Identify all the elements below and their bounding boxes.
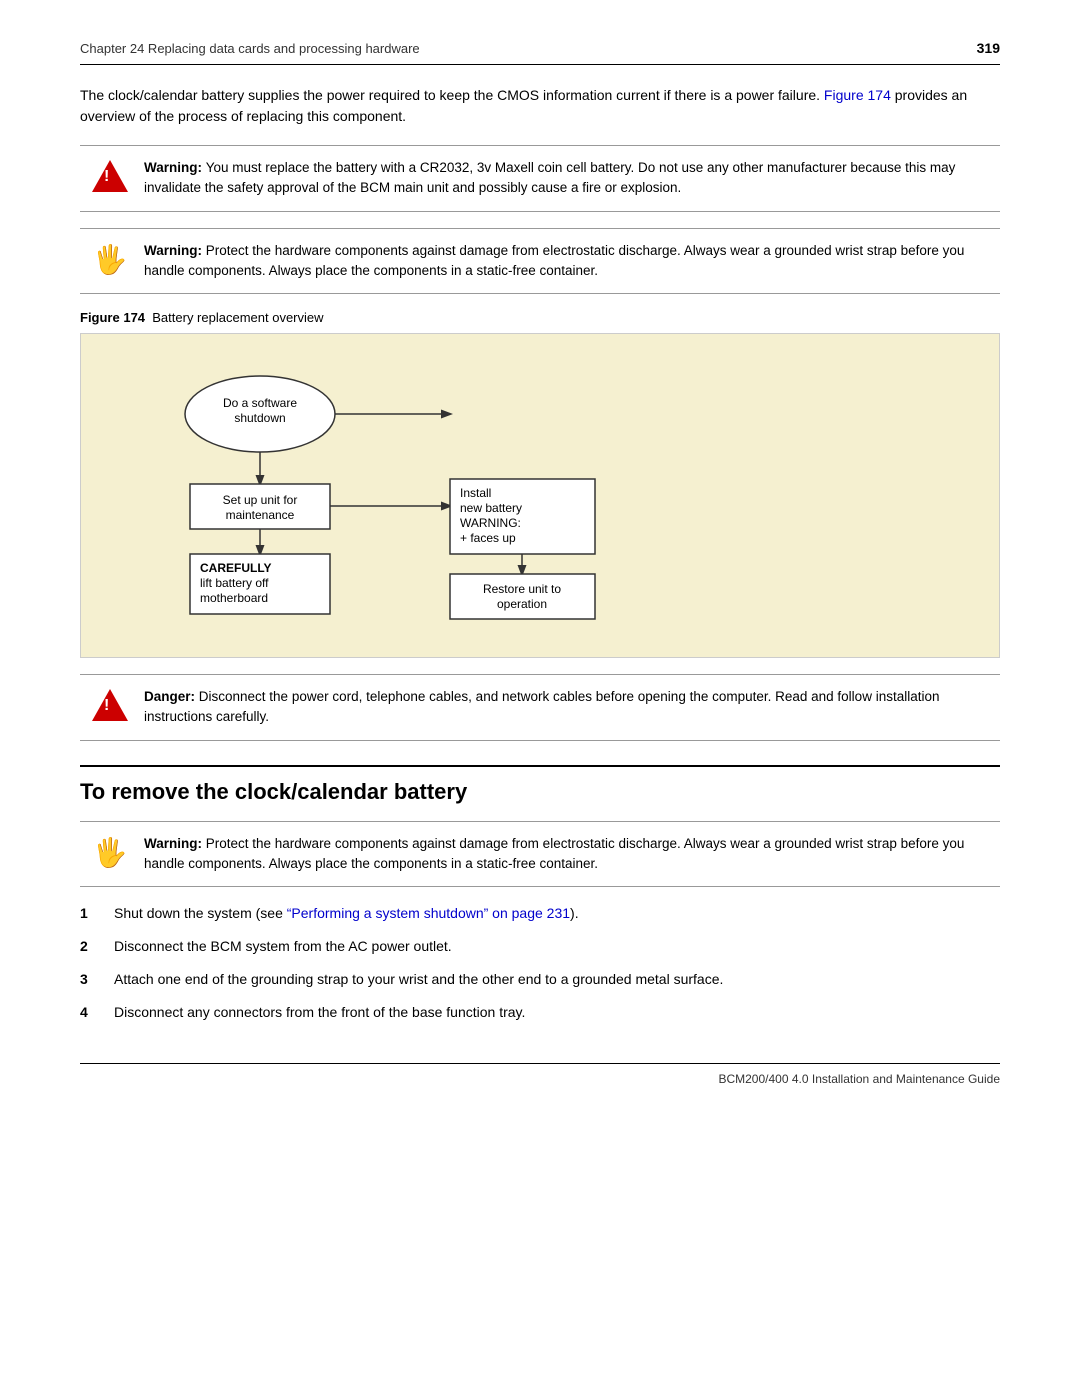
warning-2-body: Protect the hardware components against … (144, 243, 964, 278)
step-2: 2 Disconnect the BCM system from the AC … (80, 936, 1000, 957)
figure-174-link[interactable]: Figure 174 (824, 87, 891, 103)
shutdown-link[interactable]: “Performing a system shutdown” on page 2… (287, 905, 570, 921)
steps-list: 1 Shut down the system (see “Performing … (80, 903, 1000, 1023)
step-2-content: Disconnect the BCM system from the AC po… (114, 936, 1000, 957)
esd-hand-icon-2: 🖐️ (93, 836, 128, 869)
warning-box-1: Warning: You must replace the battery wi… (80, 145, 1000, 212)
warning-box-3: 🖐️ Warning: Protect the hardware compone… (80, 821, 1000, 888)
warning-1-text: Warning: You must replace the battery wi… (144, 158, 990, 199)
danger-label: Danger: (144, 689, 199, 704)
warning-box-2: 🖐️ Warning: Protect the hardware compone… (80, 228, 1000, 295)
carefully-label-2: lift battery off (200, 576, 269, 590)
warning-3-label: Warning: (144, 836, 206, 851)
warning-1-body: You must replace the battery with a CR20… (144, 160, 955, 195)
setup-label-1: Set up unit for (223, 493, 298, 507)
intro-text-before: The clock/calendar battery supplies the … (80, 87, 824, 103)
diagram-container: Do a software shutdown Set up unit for m… (80, 333, 1000, 658)
step-3-number: 3 (80, 969, 100, 990)
chapter-label: Chapter 24 Replacing data cards and proc… (80, 41, 420, 56)
warning-1-label: Warning: (144, 160, 206, 175)
carefully-label-3: motherboard (200, 591, 268, 605)
triangle-danger-icon (92, 160, 128, 192)
warning-3-text: Warning: Protect the hardware components… (144, 834, 990, 875)
restore-label-2: operation (497, 597, 547, 611)
step-1-number: 1 (80, 903, 100, 924)
intro-paragraph: The clock/calendar battery supplies the … (80, 85, 1000, 127)
page-footer: BCM200/400 4.0 Installation and Maintena… (80, 1063, 1000, 1086)
esd-hand-icon: 🖐️ (93, 243, 128, 276)
step-1: 1 Shut down the system (see “Performing … (80, 903, 1000, 924)
step-2-number: 2 (80, 936, 100, 957)
danger-triangle-icon (92, 689, 128, 721)
footer-text: BCM200/400 4.0 Installation and Maintena… (718, 1072, 1000, 1086)
page-header: Chapter 24 Replacing data cards and proc… (80, 40, 1000, 65)
figure-number: Figure 174 (80, 310, 145, 325)
figure-caption: Battery replacement overview (152, 310, 323, 325)
shutdown-label-2: shutdown (234, 411, 285, 425)
step-3-content: Attach one end of the grounding strap to… (114, 969, 1000, 990)
figure-label: Figure 174 Battery replacement overview (80, 310, 1000, 325)
flowchart-diagram: Do a software shutdown Set up unit for m… (101, 354, 979, 634)
step-4-content: Disconnect any connectors from the front… (114, 1002, 1000, 1023)
step-4: 4 Disconnect any connectors from the fro… (80, 1002, 1000, 1023)
page-number: 319 (977, 40, 1000, 56)
danger-triangle-icon-container (90, 689, 130, 721)
step-4-number: 4 (80, 1002, 100, 1023)
restore-label-1: Restore unit to (483, 582, 561, 596)
install-label-2: new battery (460, 501, 522, 515)
warning-triangle-icon (90, 160, 130, 192)
install-label-3: WARNING: (460, 516, 521, 530)
danger-box: Danger: Disconnect the power cord, telep… (80, 674, 1000, 741)
carefully-label-1: CAREFULLY (200, 561, 272, 575)
step-3: 3 Attach one end of the grounding strap … (80, 969, 1000, 990)
shutdown-label-1: Do a software (223, 396, 297, 410)
warning-2-label: Warning: (144, 243, 206, 258)
danger-text: Danger: Disconnect the power cord, telep… (144, 687, 990, 728)
section-heading: To remove the clock/calendar battery (80, 765, 1000, 805)
danger-body: Disconnect the power cord, telephone cab… (144, 689, 939, 724)
warning-3-body: Protect the hardware components against … (144, 836, 964, 871)
esd-icon-container: 🖐️ (90, 243, 130, 276)
esd-icon-container-2: 🖐️ (90, 836, 130, 869)
install-label-4: + faces up (460, 531, 516, 545)
warning-2-text: Warning: Protect the hardware components… (144, 241, 990, 282)
install-label-1: Install (460, 486, 491, 500)
setup-label-2: maintenance (226, 508, 295, 522)
step-1-content: Shut down the system (see “Performing a … (114, 903, 1000, 924)
